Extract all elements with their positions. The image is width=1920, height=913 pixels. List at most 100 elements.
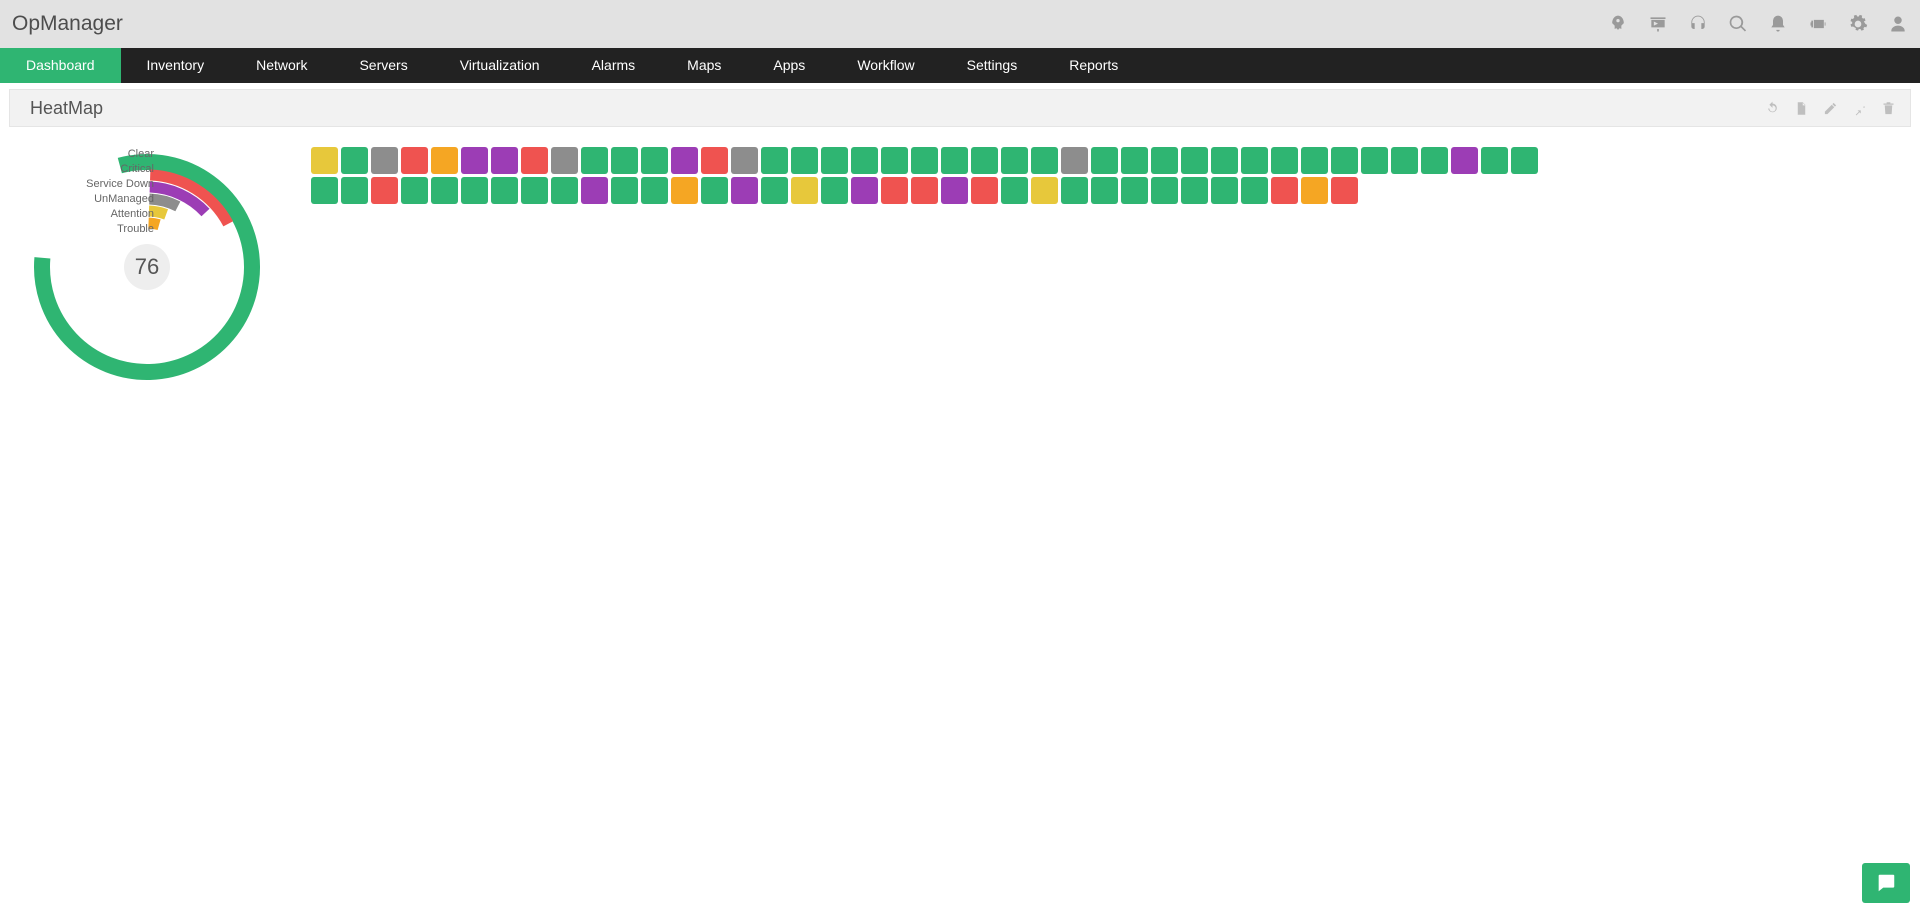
heatmap-cell[interactable] (461, 147, 488, 174)
heatmap-cell[interactable] (1241, 177, 1268, 204)
heatmap-cell[interactable] (821, 177, 848, 204)
heatmap-cell[interactable] (671, 177, 698, 204)
heatmap-cell[interactable] (1091, 147, 1118, 174)
heatmap-cell[interactable] (1301, 147, 1328, 174)
heatmap-cell[interactable] (581, 147, 608, 174)
search-icon[interactable] (1728, 14, 1748, 34)
heatmap-cell[interactable] (1271, 147, 1298, 174)
heatmap-cell[interactable] (971, 147, 998, 174)
heatmap-cell[interactable] (1391, 147, 1418, 174)
heatmap-cell[interactable] (491, 177, 518, 204)
nav-tab-dashboard[interactable]: Dashboard (0, 48, 121, 83)
nav-tab-reports[interactable]: Reports (1043, 48, 1144, 83)
nav-tab-servers[interactable]: Servers (333, 48, 433, 83)
heatmap-cell[interactable] (341, 147, 368, 174)
presentation-icon[interactable] (1648, 14, 1668, 34)
heatmap-cell[interactable] (1031, 177, 1058, 204)
heatmap-cell[interactable] (971, 177, 998, 204)
heatmap-cell[interactable] (1211, 147, 1238, 174)
heatmap-cell[interactable] (1031, 147, 1058, 174)
trash-icon[interactable] (1881, 101, 1896, 116)
heatmap-cell[interactable] (311, 177, 338, 204)
heatmap-cell[interactable] (401, 147, 428, 174)
heatmap-cell[interactable] (1271, 177, 1298, 204)
rocket-icon[interactable] (1608, 14, 1628, 34)
heatmap-cell[interactable] (941, 147, 968, 174)
heatmap-cell[interactable] (1151, 147, 1178, 174)
heatmap-cell[interactable] (761, 147, 788, 174)
heatmap-cell[interactable] (431, 147, 458, 174)
heatmap-cell[interactable] (551, 177, 578, 204)
heatmap-cell[interactable] (851, 147, 878, 174)
nav-tab-alarms[interactable]: Alarms (566, 48, 662, 83)
file-icon[interactable] (1794, 101, 1809, 116)
heatmap-cell[interactable] (731, 147, 758, 174)
heatmap-cell[interactable] (1151, 177, 1178, 204)
heatmap-cell[interactable] (1121, 177, 1148, 204)
heatmap-cell[interactable] (1331, 177, 1358, 204)
nav-tab-settings[interactable]: Settings (941, 48, 1044, 83)
heatmap-cell[interactable] (371, 147, 398, 174)
heatmap-cell[interactable] (941, 177, 968, 204)
heatmap-cell[interactable] (1091, 177, 1118, 204)
heatmap-cell[interactable] (1181, 147, 1208, 174)
nav-tab-maps[interactable]: Maps (661, 48, 747, 83)
heatmap-cell[interactable] (761, 177, 788, 204)
heatmap-cell[interactable] (641, 147, 668, 174)
heatmap-cell[interactable] (641, 177, 668, 204)
heatmap-cell[interactable] (1121, 147, 1148, 174)
heatmap-cell[interactable] (611, 177, 638, 204)
heatmap-cell[interactable] (1511, 147, 1538, 174)
heatmap-cell[interactable] (701, 177, 728, 204)
nav-tab-inventory[interactable]: Inventory (121, 48, 231, 83)
battery-icon[interactable] (1808, 14, 1828, 34)
heatmap-cell[interactable] (1421, 147, 1448, 174)
heatmap-cell[interactable] (881, 177, 908, 204)
heatmap-cell[interactable] (1361, 147, 1388, 174)
heatmap-cell[interactable] (581, 177, 608, 204)
heatmap-cell[interactable] (701, 147, 728, 174)
chat-button[interactable] (1862, 863, 1910, 903)
heatmap-cell[interactable] (881, 147, 908, 174)
heatmap-cell[interactable] (311, 147, 338, 174)
heatmap-cell[interactable] (851, 177, 878, 204)
heatmap-cell[interactable] (1451, 147, 1478, 174)
heatmap-cell[interactable] (1481, 147, 1508, 174)
heatmap-cell[interactable] (611, 147, 638, 174)
heatmap-cell[interactable] (1241, 147, 1268, 174)
gear-icon[interactable] (1848, 14, 1868, 34)
nav-tab-apps[interactable]: Apps (747, 48, 831, 83)
edit-icon[interactable] (1823, 101, 1838, 116)
bell-icon[interactable] (1768, 14, 1788, 34)
heatmap-cell[interactable] (1061, 177, 1088, 204)
heatmap-cell[interactable] (341, 177, 368, 204)
heatmap-cell[interactable] (401, 177, 428, 204)
heatmap-cell[interactable] (671, 147, 698, 174)
heatmap-cell[interactable] (1301, 177, 1328, 204)
heatmap-cell[interactable] (791, 177, 818, 204)
headset-icon[interactable] (1688, 14, 1708, 34)
heatmap-cell[interactable] (521, 177, 548, 204)
nav-tab-workflow[interactable]: Workflow (831, 48, 940, 83)
heatmap-cell[interactable] (731, 177, 758, 204)
heatmap-cell[interactable] (791, 147, 818, 174)
heatmap-cell[interactable] (1061, 147, 1088, 174)
nav-tab-virtualization[interactable]: Virtualization (434, 48, 566, 83)
pin-icon[interactable] (1852, 101, 1867, 116)
user-icon[interactable] (1888, 14, 1908, 34)
heatmap-cell[interactable] (821, 147, 848, 174)
heatmap-cell[interactable] (461, 177, 488, 204)
heatmap-cell[interactable] (1001, 177, 1028, 204)
heatmap-cell[interactable] (911, 177, 938, 204)
heatmap-cell[interactable] (431, 177, 458, 204)
heatmap-cell[interactable] (521, 147, 548, 174)
heatmap-cell[interactable] (1331, 147, 1358, 174)
heatmap-cell[interactable] (491, 147, 518, 174)
nav-tab-network[interactable]: Network (230, 48, 333, 83)
heatmap-cell[interactable] (371, 177, 398, 204)
heatmap-cell[interactable] (1001, 147, 1028, 174)
heatmap-cell[interactable] (1211, 177, 1238, 204)
heatmap-cell[interactable] (911, 147, 938, 174)
heatmap-cell[interactable] (1181, 177, 1208, 204)
heatmap-cell[interactable] (551, 147, 578, 174)
